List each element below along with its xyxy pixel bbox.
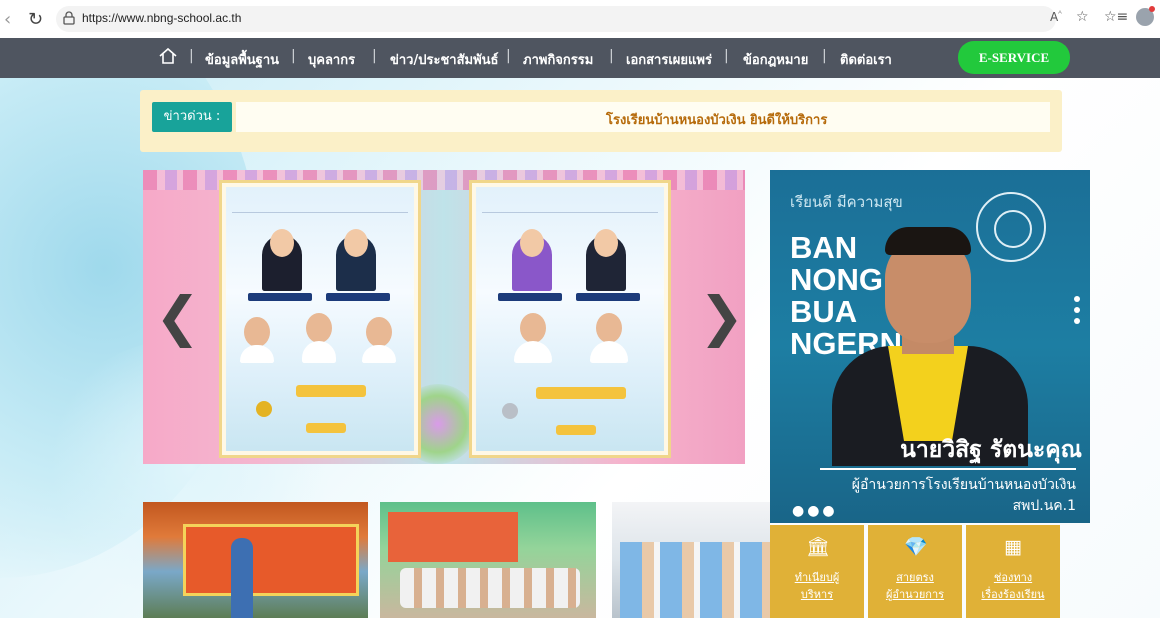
- reload-icon[interactable]: ↻: [28, 9, 43, 30]
- school-name-en-3: BUA: [790, 294, 858, 329]
- award-ribbon: [296, 385, 366, 397]
- event-banner: [183, 524, 359, 596]
- student-photo: [590, 341, 628, 363]
- nav-item-contact[interactable]: ติดต่อเรา: [840, 49, 892, 70]
- poster-content: [476, 187, 664, 451]
- ticker-box: โรงเรียนบ้านหนองบัวเงิน ยินดีให้บริการ: [236, 102, 1050, 132]
- principal-photo-hair: [885, 227, 971, 255]
- award-poster[interactable]: [469, 180, 671, 458]
- gold-medal-icon: [256, 401, 272, 417]
- teacher-face: [520, 229, 544, 257]
- score-badge: [306, 423, 346, 433]
- seal-inner-ring: [994, 210, 1032, 248]
- favorites-list-icon[interactable]: ☆≡: [1104, 9, 1128, 25]
- calendar-icon: ▦: [1004, 536, 1022, 558]
- news-ticker: ข่าวด่วน : โรงเรียนบ้านหนองบัวเงิน ยินดี…: [140, 90, 1062, 152]
- back-icon[interactable]: ‹: [4, 9, 11, 30]
- browser-toolbar: ‹ ↻ https://www.nbng-school.ac.th Aᴬ ☆ ☆…: [0, 0, 1160, 39]
- banner-slider: ❮ ❯: [143, 170, 745, 464]
- home-icon[interactable]: [158, 46, 178, 66]
- student-face: [306, 313, 332, 343]
- nav-separator: |: [609, 48, 614, 64]
- poster-content: [226, 187, 414, 451]
- notification-dot-icon: [1149, 6, 1155, 12]
- name-plate: [248, 293, 312, 301]
- name-plate: [498, 293, 562, 301]
- students-group: [620, 542, 770, 618]
- slider-next-icon[interactable]: ❯: [699, 290, 744, 344]
- quick-link-label: ช่องทาง เรื่องร้องเรียน: [981, 571, 1045, 601]
- nav-item-laws[interactable]: ข้อกฎหมาย: [743, 49, 808, 70]
- nav-separator: |: [291, 48, 296, 64]
- quick-link-complaints[interactable]: ▦ ช่องทาง เรื่องร้องเรียน: [966, 525, 1060, 618]
- student-photo: [514, 341, 552, 363]
- student-face: [244, 317, 270, 347]
- nav-item-personnel[interactable]: บุคลากร: [308, 49, 355, 70]
- ticker-text[interactable]: โรงเรียนบ้านหนองบัวเงิน ยินดีให้บริการ: [606, 109, 827, 130]
- silver-medal-icon: [502, 403, 518, 419]
- students-group: [400, 568, 580, 608]
- nav-item-activities[interactable]: ภาพกิจกรรม: [523, 49, 593, 70]
- quick-link-director-line[interactable]: 💎 สายตรง ผู้อำนวยการ: [868, 525, 962, 618]
- principal-office: สพป.นค.1: [1012, 498, 1076, 514]
- teacher-face: [270, 229, 294, 257]
- name-plate: [326, 293, 390, 301]
- score-badge: [556, 425, 596, 435]
- quick-link-label: สายตรง ผู้อำนวยการ: [885, 571, 945, 601]
- nav-separator: |: [372, 48, 377, 64]
- poster-title-bar: [482, 190, 658, 213]
- nav-separator: |: [724, 48, 729, 64]
- slider-prev-icon[interactable]: ❮: [155, 290, 200, 344]
- nav-separator: |: [822, 48, 827, 64]
- student-photo: [362, 345, 396, 363]
- principal-name: นายวิสิฐ รัตนะคุณ: [900, 437, 1082, 463]
- main-nav: | ข้อมูลพื้นฐาน | บุคลากร | ข่าว/ประชาสั…: [0, 38, 1160, 78]
- nav-item-news[interactable]: ข่าว/ประชาสัมพันธ์: [390, 49, 498, 70]
- activity-thumbnail[interactable]: [612, 502, 770, 618]
- ticker-label: ข่าวด่วน :: [152, 102, 232, 132]
- activity-thumbnail[interactable]: [380, 502, 596, 618]
- eservice-button[interactable]: E-SERVICE: [958, 41, 1070, 74]
- favorite-star-icon[interactable]: ☆: [1076, 9, 1089, 25]
- quick-link-admin-directory[interactable]: 🏛 ทำเนียบผู้ บริหาร: [770, 525, 864, 618]
- award-poster[interactable]: [219, 180, 421, 458]
- school-name-en-1: BAN: [790, 230, 858, 265]
- student-photo: [240, 345, 274, 363]
- address-bar[interactable]: https://www.nbng-school.ac.th: [56, 6, 1056, 32]
- institution-icon: 🏛: [806, 536, 831, 558]
- school-slogan: เรียนดี มีความสุข: [790, 193, 903, 211]
- principal-role: ผู้อำนวยการโรงเรียนบ้านหนองบัวเงิน: [851, 477, 1076, 493]
- name-underline: [820, 468, 1076, 470]
- lock-icon: [63, 11, 75, 25]
- school-name-en-2: NONG: [790, 262, 883, 297]
- nav-item-documents[interactable]: เอกสารเผยแพร่: [626, 49, 712, 70]
- activity-thumbnail[interactable]: [143, 502, 368, 618]
- url-text: https://www.nbng-school.ac.th: [82, 11, 242, 25]
- teacher-face: [344, 229, 368, 257]
- read-aloud-icon[interactable]: Aᴬ: [1050, 9, 1062, 24]
- vertical-dots-icon: [1074, 296, 1080, 329]
- nav-separator: |: [189, 48, 194, 64]
- nav-item-basic-info[interactable]: ข้อมูลพื้นฐาน: [205, 49, 279, 70]
- teacher-face: [594, 229, 618, 257]
- student-figure: [231, 538, 253, 618]
- principal-card: เรียนดี มีความสุข BAN NONG BUA NGERN นาย…: [770, 170, 1090, 523]
- name-plate: [576, 293, 640, 301]
- award-ribbon: [536, 387, 626, 399]
- student-face: [596, 313, 622, 343]
- school-seal-logo: [976, 192, 1046, 262]
- horizontal-dots-icon: ●●●: [792, 503, 838, 519]
- nav-separator: |: [506, 48, 511, 64]
- event-banner: [388, 512, 518, 562]
- diamond-icon: 💎: [904, 536, 928, 558]
- quick-links: 🏛 ทำเนียบผู้ บริหาร 💎 สายตรง ผู้อำนวยการ ▦…: [770, 525, 1060, 618]
- quick-link-label: ทำเนียบผู้ บริหาร: [794, 571, 840, 601]
- student-face: [520, 313, 546, 343]
- poster-title-bar: [232, 190, 408, 213]
- student-photo: [302, 341, 336, 363]
- student-face: [366, 317, 392, 347]
